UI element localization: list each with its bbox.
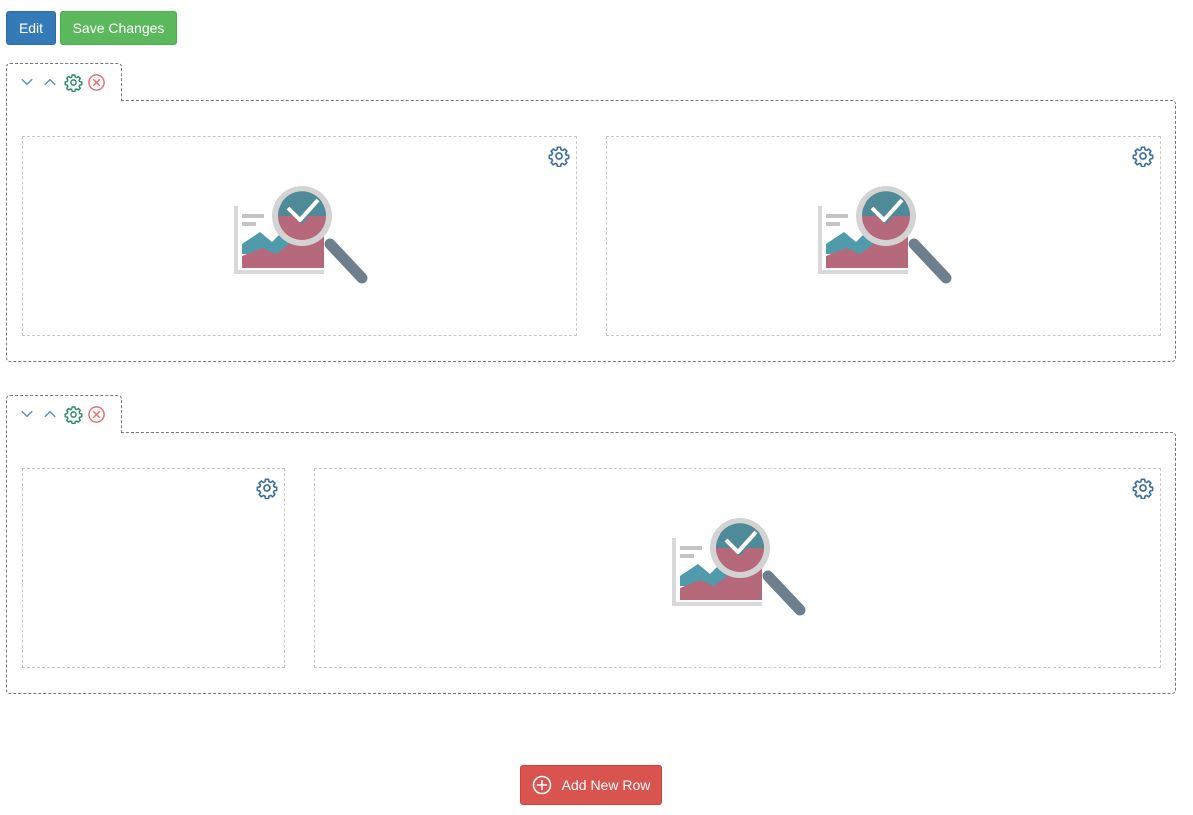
chevron-up-icon[interactable]	[40, 72, 60, 92]
plus-circle-icon	[532, 775, 551, 795]
row-2-column-1[interactable]	[22, 468, 285, 668]
gear-icon[interactable]	[256, 477, 278, 499]
chevron-up-icon[interactable]	[40, 404, 60, 424]
add-new-row-label: Add New Row	[561, 777, 651, 793]
chevron-down-icon[interactable]	[17, 404, 37, 424]
add-new-row-button[interactable]: Add New Row	[520, 765, 662, 805]
gear-icon[interactable]	[548, 145, 570, 167]
row-2-column-2[interactable]	[314, 468, 1161, 668]
row-1-container	[6, 100, 1176, 362]
close-circle-icon[interactable]	[86, 72, 106, 92]
save-changes-button[interactable]: Save Changes	[60, 11, 177, 45]
row-2-container	[6, 432, 1176, 694]
chevron-down-icon[interactable]	[17, 72, 37, 92]
gear-icon[interactable]	[1132, 145, 1154, 167]
analytics-placeholder-image	[816, 184, 952, 288]
row-2-controls	[17, 404, 109, 424]
row-1-controls	[17, 72, 109, 92]
analytics-placeholder-image	[670, 516, 806, 620]
row-1-column-1[interactable]	[22, 136, 577, 336]
analytics-placeholder-image	[232, 184, 368, 288]
row-1-column-2[interactable]	[606, 136, 1161, 336]
gear-icon[interactable]	[63, 72, 83, 92]
close-circle-icon[interactable]	[86, 404, 106, 424]
gear-icon[interactable]	[63, 404, 83, 424]
edit-button[interactable]: Edit	[6, 11, 56, 45]
gear-icon[interactable]	[1132, 477, 1154, 499]
